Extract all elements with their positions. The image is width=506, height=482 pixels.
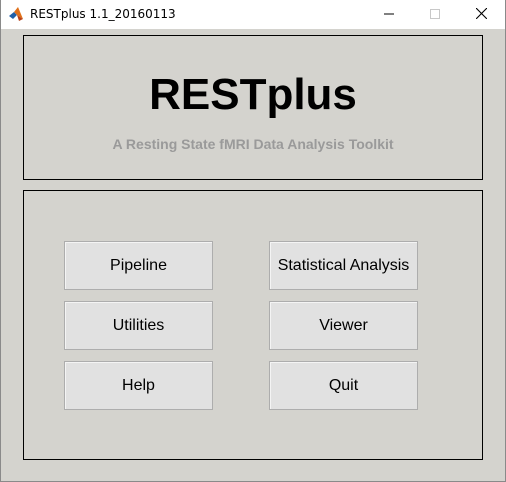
title-bar[interactable]: RESTplus 1.1_20160113: [1, 0, 505, 29]
header-panel: RESTplus A Resting State fMRI Data Analy…: [23, 35, 483, 180]
quit-button[interactable]: Quit: [269, 361, 418, 410]
minimize-icon: [384, 8, 394, 22]
button-panel: Pipeline Statistical Analysis Utilities …: [23, 190, 483, 460]
maximize-icon: [430, 8, 440, 22]
statistical-analysis-button[interactable]: Statistical Analysis: [269, 241, 418, 290]
utilities-button[interactable]: Utilities: [64, 301, 213, 350]
pipeline-button[interactable]: Pipeline: [64, 241, 213, 290]
maximize-button[interactable]: [412, 0, 458, 29]
close-icon: [475, 7, 487, 22]
viewer-button[interactable]: Viewer: [269, 301, 418, 350]
app-window: RESTplus 1.1_20160113 RESTplus A Resting…: [0, 0, 506, 482]
window-title: RESTplus 1.1_20160113: [30, 7, 176, 21]
app-title: RESTplus: [149, 70, 357, 119]
matlab-app-icon: [8, 6, 24, 22]
help-button[interactable]: Help: [64, 361, 213, 410]
minimize-button[interactable]: [366, 0, 412, 29]
app-subtitle: A Resting State fMRI Data Analysis Toolk…: [112, 136, 394, 152]
close-button[interactable]: [458, 0, 504, 29]
